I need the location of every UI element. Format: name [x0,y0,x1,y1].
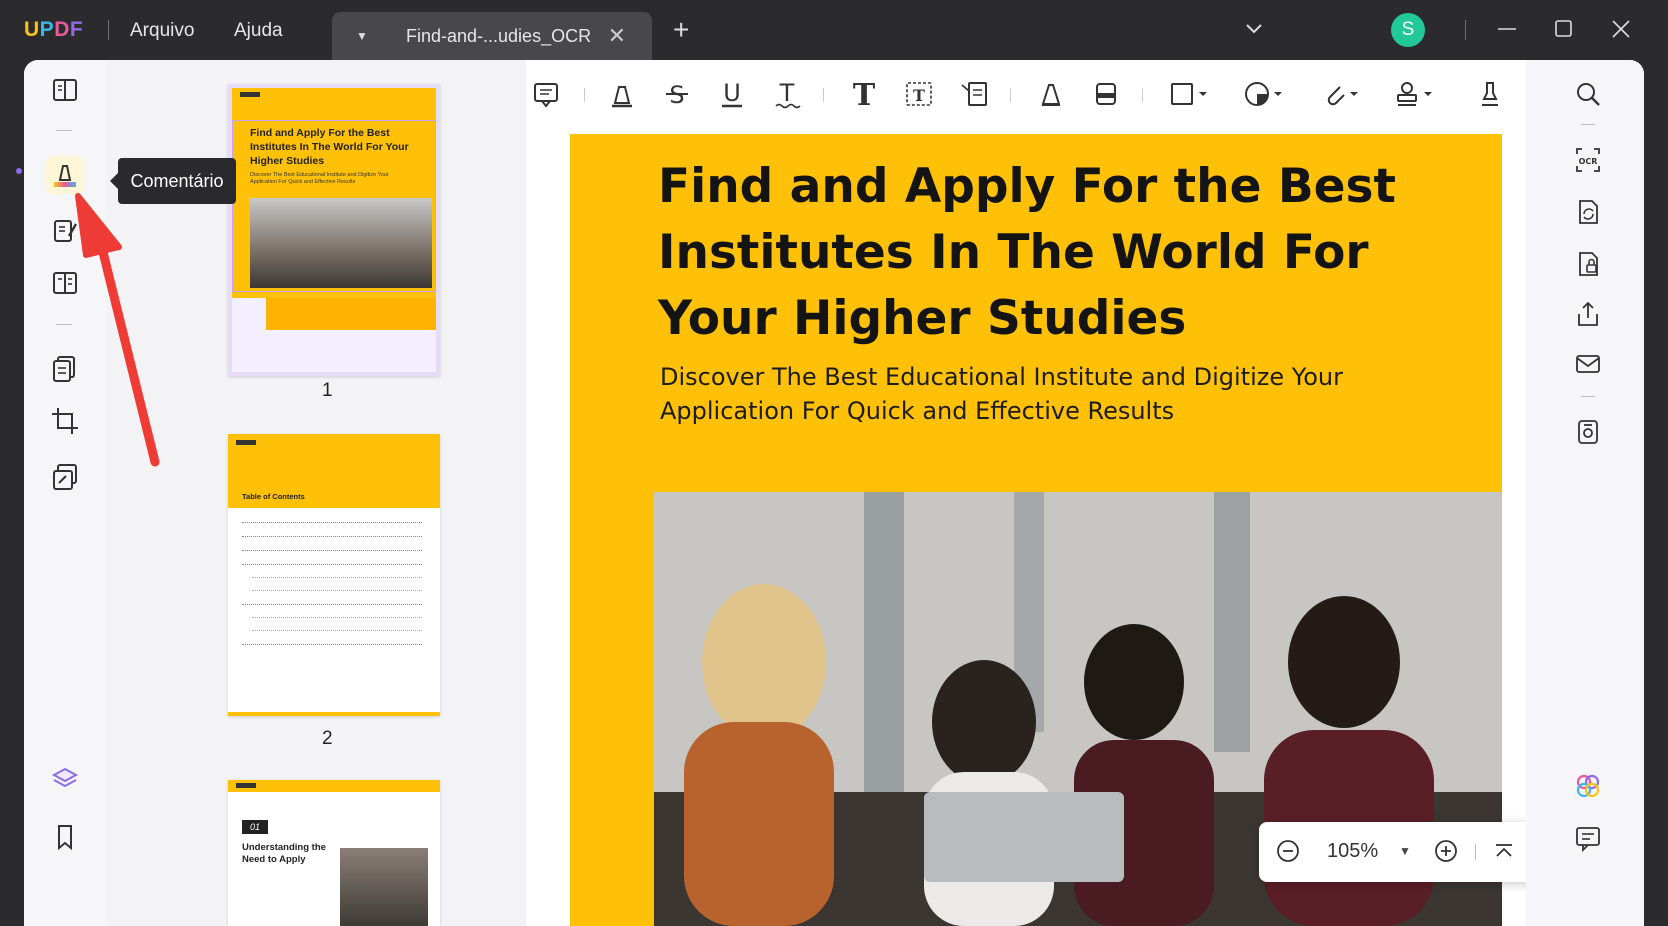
main-window: Find and Apply For the Best Institutes I… [24,60,1644,926]
chevron-down-icon[interactable] [1244,18,1264,43]
thumbnail-page-3[interactable]: 01 Understanding the Need to Apply [228,780,440,926]
first-page-icon[interactable] [1491,838,1517,869]
edit-pdf-icon[interactable] [46,212,84,250]
svg-text:T: T [913,86,925,105]
strikethrough-icon[interactable]: S [657,74,697,114]
form-icon[interactable] [46,264,84,302]
thumb-chapter-title: Understanding the Need to Apply [242,842,326,865]
tab-dropdown-icon[interactable]: ▼ [356,29,368,43]
email-icon[interactable] [1570,346,1606,382]
reader-mode-icon[interactable] [46,72,84,110]
page-subheading: Discover The Best Educational Institute … [660,363,1343,425]
protect-icon[interactable] [46,458,84,496]
minimize-icon[interactable] [1496,18,1518,45]
underline-icon[interactable]: U [712,74,752,114]
document-view: S U T T T [526,60,1644,926]
sidebar-divider [56,324,72,325]
svg-text:T: T [853,79,876,109]
right-sidebar: OCR [1526,60,1644,926]
tab-close-icon[interactable]: ✕ [608,23,626,49]
maximize-icon[interactable] [1553,18,1575,45]
zoom-dropdown-icon[interactable]: ▼ [1399,844,1411,858]
highlight-icon[interactable] [602,74,642,114]
thumbnail-label-2: 2 [322,728,333,749]
page-heading: Find and Apply For the Best Institutes I… [658,159,1396,346]
text-comment-icon[interactable]: T [844,74,884,114]
left-sidebar [24,60,106,926]
sidebar-divider [56,130,72,131]
document-tab[interactable]: ▼ Find-and-...udies_OCR ✕ [332,12,652,60]
shapes-icon[interactable] [1163,74,1215,114]
share-icon[interactable] [1570,296,1606,332]
thumb-page-subtitle: Discover The Best Educational Institute … [250,172,389,185]
menu-ajuda[interactable]: Ajuda [234,20,283,42]
attachment-icon[interactable] [1314,74,1366,114]
thumb-logo [240,92,260,97]
pdf-page: Find and Apply For the Best Institutes I… [570,134,1502,926]
squiggly-icon[interactable]: T [767,74,807,114]
eraser-icon[interactable] [1086,74,1126,114]
thumb-page-title: Find and Apply For the Best Institutes I… [250,127,409,167]
convert-icon[interactable] [1570,194,1606,230]
thumbnail-page-2[interactable]: Table of Contents [228,434,440,716]
thumb-logo [236,440,256,445]
svg-text:T: T [779,79,795,107]
comment-tooltip: Comentário [110,158,236,204]
new-tab-icon[interactable]: + [673,16,689,44]
bookmark-icon[interactable] [46,818,84,856]
thumb-accent [262,298,436,330]
pencil-icon[interactable] [1031,74,1071,114]
zoom-in-icon[interactable] [1433,838,1459,869]
zoom-level[interactable]: 105% [1327,840,1378,863]
stamp-icon[interactable] [1388,74,1440,114]
menu-arquivo[interactable]: Arquivo [130,20,194,42]
close-window-icon[interactable] [1610,18,1632,45]
zoom-out-icon[interactable] [1275,838,1301,869]
layers-icon[interactable] [46,760,84,798]
search-icon[interactable] [1570,76,1606,112]
comments-list-icon[interactable] [1570,820,1606,856]
comment-tool-icon[interactable] [46,156,84,194]
text-box-icon[interactable]: T [899,74,939,114]
thumb-photo [250,198,432,288]
avatar[interactable]: S [1391,13,1425,47]
sticker-icon[interactable] [1238,74,1290,114]
title-divider [108,20,109,40]
title-divider [1465,20,1466,40]
organize-pages-icon[interactable] [46,350,84,388]
tab-title: Find-and-...udies_OCR [406,26,592,46]
save-icon[interactable] [1570,414,1606,450]
signature-icon[interactable] [1470,74,1510,114]
crop-icon[interactable] [46,402,84,440]
active-indicator-dot [16,168,22,174]
protect-document-icon[interactable] [1570,246,1606,282]
text-callout-icon[interactable] [954,74,994,114]
thumbnail-label-1: 1 [322,380,333,401]
thumb-toc-heading: Table of Contents [242,492,305,501]
sticky-note-icon[interactable] [526,74,566,114]
title-bar: UPDF Arquivo Ajuda ▼ Find-and-...udies_O… [0,0,1668,60]
thumb-footer [232,330,436,372]
thumb-chapter-number: 01 [242,820,268,834]
ai-assistant-icon[interactable] [1570,768,1606,804]
comment-toolbar: S U T T T [526,60,1526,128]
svg-text:U: U [723,79,741,107]
thumbnail-page-1[interactable]: Find and Apply For the Best Institutes I… [228,84,440,376]
ocr-icon[interactable]: OCR [1570,142,1606,178]
updf-logo[interactable]: UPDF [24,18,83,42]
svg-text:OCR: OCR [1579,157,1598,166]
